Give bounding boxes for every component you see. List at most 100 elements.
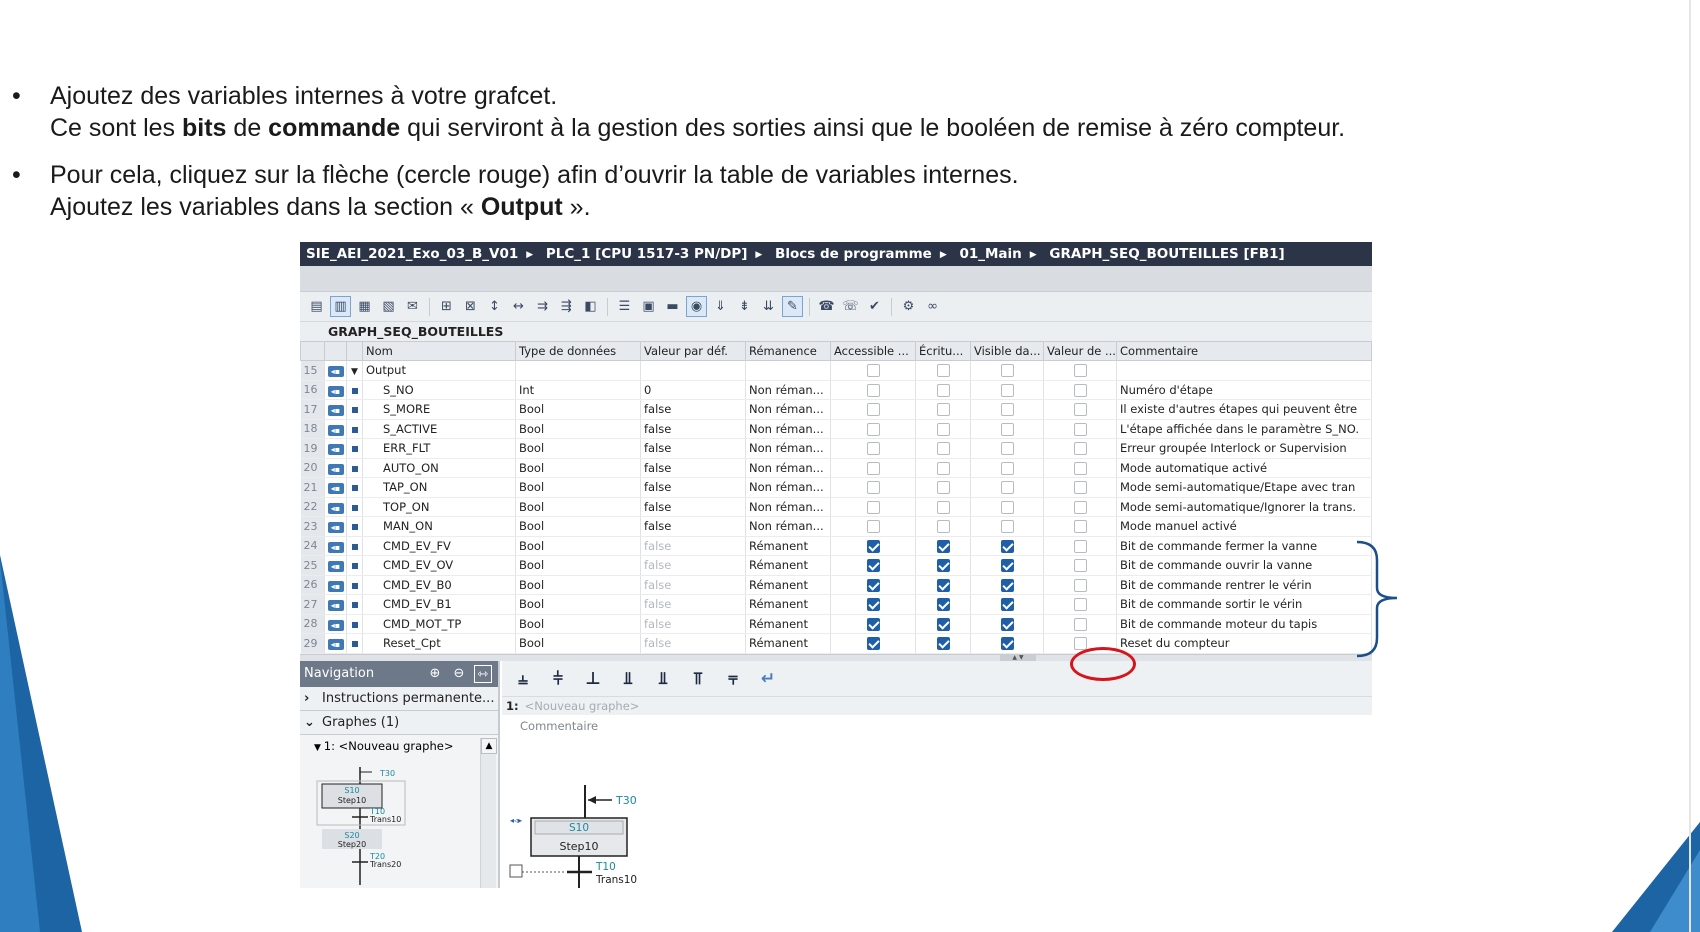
toolbar-icon[interactable]: ◧	[580, 296, 601, 317]
variable-name[interactable]: S_ACTIVE	[362, 419, 516, 439]
data-type[interactable]: Bool	[515, 438, 641, 459]
data-type[interactable]: Bool	[515, 555, 641, 576]
variable-name[interactable]: TOP_ON	[362, 497, 516, 517]
checkbox[interactable]	[866, 578, 880, 592]
retain-value[interactable]: Non réman...	[745, 477, 831, 498]
data-type[interactable]: Bool	[515, 516, 641, 537]
checkbox[interactable]	[866, 442, 880, 456]
data-type[interactable]: Bool	[515, 633, 641, 654]
table-row[interactable]: 29 ◂▪ Reset_Cpt Bool false Rémanent Reset du c…	[300, 633, 1372, 654]
table-row-section[interactable]: 15 ◂▪ ▼ Output	[300, 360, 1372, 381]
column-header[interactable]: Rémanence	[745, 341, 831, 361]
toolbar-icon[interactable]: ▬	[662, 296, 683, 317]
toolbar-icon[interactable]: ▥	[330, 296, 351, 317]
table-row[interactable]: 19 ◂▪ ERR_FLT Bool false Non réman... Erreur g…	[300, 438, 1372, 459]
default-value[interactable]: false	[640, 399, 746, 420]
checkbox[interactable]	[936, 422, 950, 436]
nav-item-instructions[interactable]: › Instructions permanente...	[300, 687, 498, 711]
default-value[interactable]: 0	[640, 380, 746, 400]
column-header[interactable]: Valeur de ...	[1043, 341, 1117, 361]
nav-scrollbar[interactable]: ▲	[480, 738, 497, 888]
column-header[interactable]: Commentaire	[1116, 341, 1372, 361]
checkbox[interactable]	[866, 520, 880, 534]
toolbar-icon[interactable]: ⇓	[710, 296, 731, 317]
retain-value[interactable]: Rémanent	[745, 594, 831, 615]
column-header[interactable]: Valeur par déf.	[640, 341, 746, 361]
table-row[interactable]: 17 ◂▪ S_MORE Bool false Non réman... Il existe…	[300, 399, 1372, 420]
checkbox[interactable]	[936, 637, 950, 651]
checkbox[interactable]	[1000, 481, 1014, 495]
default-value[interactable]: false	[640, 536, 746, 556]
checkbox[interactable]	[1000, 539, 1014, 553]
toolbar-icon[interactable]: ↔	[508, 296, 529, 317]
checkbox[interactable]	[866, 637, 880, 651]
data-type[interactable]: Bool	[515, 458, 641, 478]
table-row[interactable]: 27 ◂▪ CMD_EV_B1 Bool false Rémanent Bit de com…	[300, 594, 1372, 615]
table-row[interactable]: 26 ◂▪ CMD_EV_B0 Bool false Rémanent Bit de com…	[300, 575, 1372, 595]
zoom-out-icon[interactable]: ⊖	[450, 665, 468, 683]
toolbar-icon[interactable]: ✉	[402, 296, 423, 317]
checkbox[interactable]	[936, 617, 950, 631]
comment[interactable]: Mode automatique activé	[1116, 458, 1372, 478]
variable-name[interactable]: ERR_FLT	[362, 438, 516, 459]
checkbox[interactable]	[866, 559, 880, 573]
toolbar-icon[interactable]: ⇶	[556, 296, 577, 317]
comment[interactable]: Erreur groupée Interlock or Supervision	[1116, 438, 1372, 459]
step-icon[interactable]: ⫩	[547, 667, 569, 691]
toolbar-icon[interactable]: ✎	[782, 296, 803, 317]
comment[interactable]: Reset du compteur	[1116, 633, 1372, 654]
checkbox[interactable]	[1000, 617, 1014, 631]
toolbar-icon[interactable]: ⊞	[436, 296, 457, 317]
column-header[interactable]: Type de données	[515, 341, 641, 361]
variable-name[interactable]: S_MORE	[362, 399, 516, 420]
breadcrumb-item[interactable]: Blocs de programme	[775, 242, 932, 266]
default-value[interactable]: false	[640, 633, 746, 654]
default-value[interactable]: false	[640, 516, 746, 537]
default-value[interactable]: false	[640, 477, 746, 498]
default-value[interactable]: false	[640, 594, 746, 615]
checkbox[interactable]	[936, 598, 950, 612]
breadcrumb-item[interactable]: SIE_AEI_2021_Exo_03_B_V01	[306, 242, 518, 266]
table-row[interactable]: 28 ◂▪ CMD_MOT_TP Bool false Rémanent Bit de co…	[300, 614, 1372, 634]
table-row[interactable]: 24 ◂▪ CMD_EV_FV Bool false Rémanent Bit de com…	[300, 536, 1372, 556]
checkbox[interactable]	[1000, 461, 1014, 475]
fit-width-icon[interactable]: ⇿	[474, 665, 492, 683]
mini-graph-preview[interactable]: T30 S10 Step10 T10 Trans10 S20 Step20 T2…	[300, 767, 480, 885]
checkbox[interactable]	[866, 481, 880, 495]
jump-icon[interactable]: ⊥	[582, 667, 604, 691]
checkbox[interactable]	[866, 500, 880, 514]
checkbox[interactable]	[1000, 559, 1014, 573]
checkbox[interactable]	[866, 422, 880, 436]
checkbox[interactable]	[936, 383, 950, 397]
checkbox[interactable]	[1073, 383, 1087, 397]
toolbar-icon[interactable]: ☏	[840, 296, 861, 317]
checkbox[interactable]	[866, 403, 880, 417]
variable-name[interactable]: CMD_MOT_TP	[362, 614, 516, 634]
checkbox[interactable]	[866, 364, 880, 378]
graph-title-line[interactable]: 1: <Nouveau graphe>	[502, 697, 1372, 715]
checkbox[interactable]	[1000, 364, 1014, 378]
close-branch-icon[interactable]: ⫪	[687, 667, 709, 691]
toolbar-icon[interactable]: ◉	[686, 296, 707, 317]
default-value[interactable]: false	[640, 458, 746, 478]
checkbox[interactable]	[1073, 617, 1087, 631]
retain-value[interactable]: Rémanent	[745, 536, 831, 556]
retain-value[interactable]: Rémanent	[745, 555, 831, 576]
table-row[interactable]: 23 ◂▪ MAN_ON Bool false Non réman... Mode manu…	[300, 516, 1372, 537]
table-row[interactable]: 16 ◂▪ S_NO Int 0 Non réman... Numéro d'étape	[300, 380, 1372, 400]
comment[interactable]: Bit de commande rentrer le vérin	[1116, 575, 1372, 595]
comment[interactable]: Numéro d'étape	[1116, 380, 1372, 400]
table-row[interactable]: 22 ◂▪ TOP_ON Bool false Non réman... Mode semi…	[300, 497, 1372, 517]
data-type[interactable]: Bool	[515, 497, 641, 517]
checkbox[interactable]	[1073, 520, 1087, 534]
checkbox[interactable]	[866, 461, 880, 475]
checkbox[interactable]	[866, 598, 880, 612]
retain-value[interactable]: Non réman...	[745, 516, 831, 537]
checkbox[interactable]	[936, 520, 950, 534]
comment[interactable]: Mode semi-automatique/Etape avec tran	[1116, 477, 1372, 498]
checkbox[interactable]	[1000, 598, 1014, 612]
comment[interactable]: L'étape affichée dans le paramètre S_NO.	[1116, 419, 1372, 439]
comment[interactable]: Il existe d'autres étapes qui peuvent êt…	[1116, 399, 1372, 420]
data-type[interactable]: Bool	[515, 419, 641, 439]
default-value[interactable]: false	[640, 555, 746, 576]
